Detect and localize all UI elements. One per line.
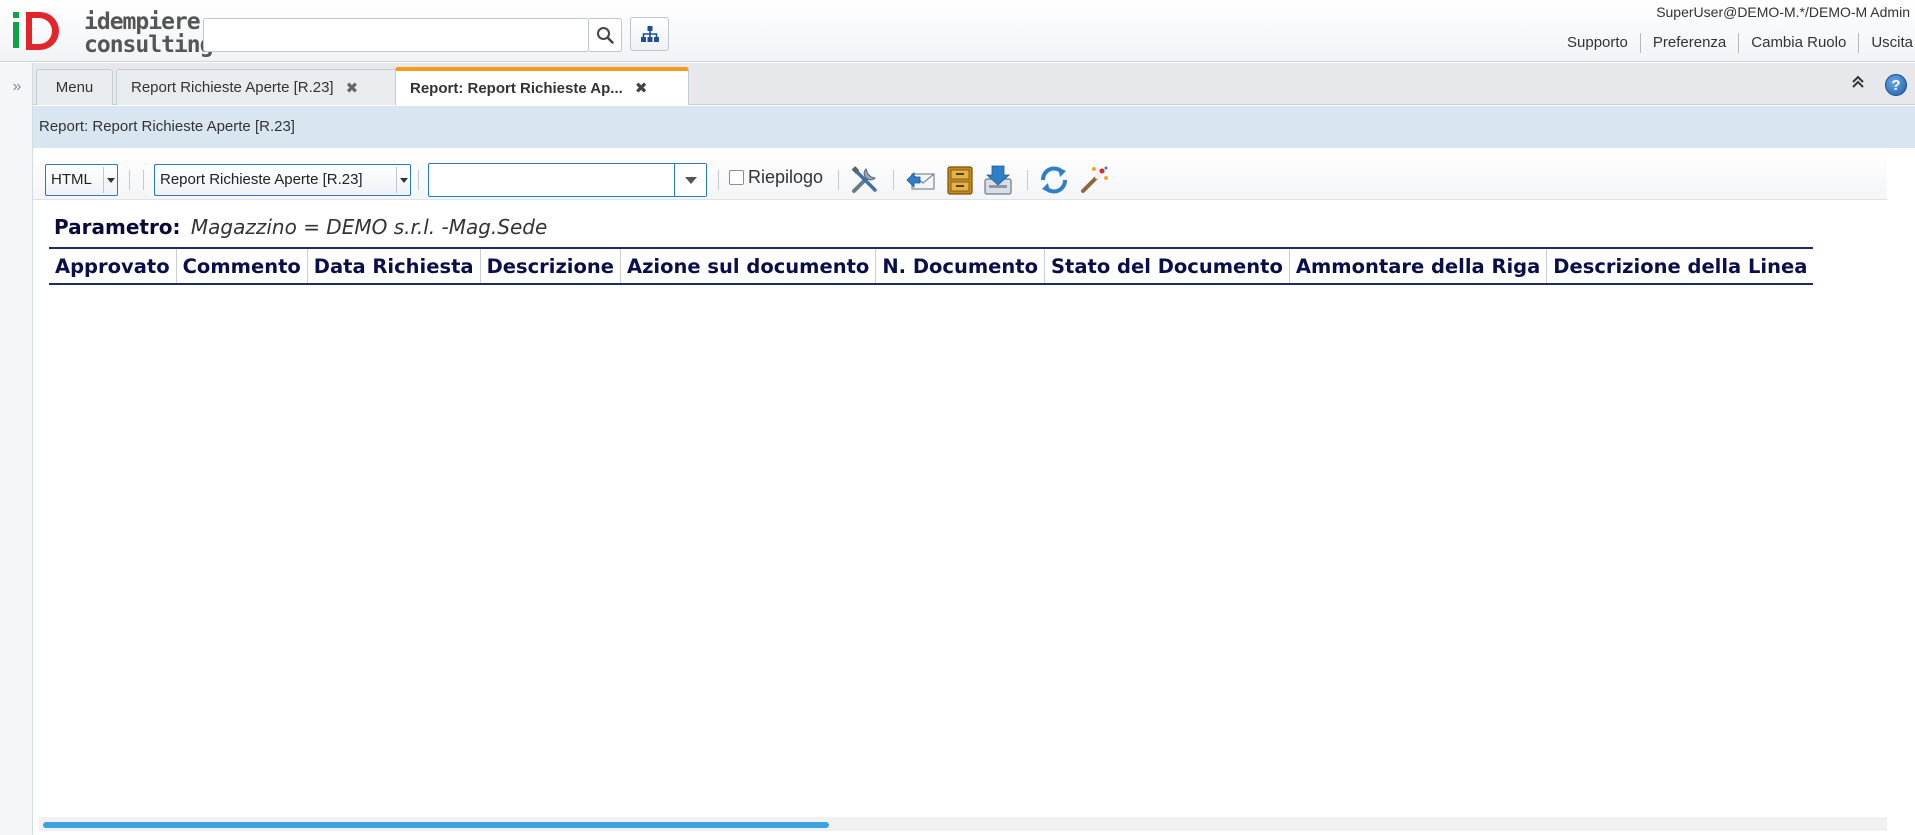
toolbar-separator [718,170,719,190]
report-title: Report: Report Richieste Aperte [R.23] [39,118,295,135]
report-view-select-value: Report Richieste Aperte [R.23] [160,171,363,188]
tab-label: Report: Report Richieste Ap... [410,79,623,97]
header-links: Supporto Preferenza Cambia Ruolo Uscita [1555,33,1915,53]
column-header: Azione sul documento [620,248,877,284]
column-header: Commento [176,248,308,284]
format-select[interactable]: HTML [45,164,118,196]
horizontal-scrollbar[interactable] [39,817,1887,831]
wizard-icon[interactable] [1077,163,1111,197]
scrollbar-thumb[interactable] [43,822,829,828]
toolbar-separator [1027,170,1028,190]
report-view-select[interactable]: Report Richieste Aperte [R.23] [154,164,411,196]
export-icon[interactable] [981,163,1015,197]
column-header: Stato del Documento [1044,248,1290,284]
refresh-icon[interactable] [1037,163,1071,197]
chevron-down-icon [103,167,117,193]
chevron-down-icon[interactable] [674,164,706,196]
support-link[interactable]: Supporto [1555,33,1640,53]
double-chevron-up-icon [1852,75,1864,88]
archive-icon[interactable] [943,163,977,197]
summary-checkbox[interactable] [729,170,744,185]
parameter-label: Parametro: [54,215,181,239]
collapse-header-icon[interactable] [1849,75,1867,93]
summary-label[interactable]: Riepilogo [748,167,823,188]
logo-text-line-2: consulting [84,32,213,58]
global-search-box [203,18,590,52]
menu-tree-button[interactable] [630,17,669,51]
user-role-label[interactable]: SuperUser@DEMO-M.*/DEMO-M Admin [1656,4,1910,20]
column-header: Approvato [49,248,177,284]
column-header: Descrizione [480,248,621,284]
tab-label: Report Richieste Aperte [R.23] [131,79,334,96]
tab-report-viewer[interactable]: Report: Report Richieste Ap... ✖ [395,67,689,105]
toolbar-separator [418,170,419,190]
global-search-input[interactable] [204,19,590,51]
logo-mark [13,12,59,50]
column-header: Ammontare della Riga [1289,248,1548,284]
column-header: Data Richiesta [307,248,481,284]
close-icon[interactable]: ✖ [635,79,648,97]
preferences-link[interactable]: Preferenza [1639,33,1738,53]
column-header: Descrizione della Linea [1553,254,1808,278]
report-header-row: Approvato Commento Data Richiesta Descri… [49,248,1813,284]
chevron-down-icon [396,167,410,193]
parameter-value: Magazzino = DEMO s.r.l. -Mag.Sede [190,215,548,239]
brand-logo[interactable]: idempiere consulting [10,8,213,58]
report-title-bar: Report: Report Richieste Aperte [R.23] [33,106,1915,148]
tab-report-window[interactable]: Report Richieste Aperte [R.23] ✖ [116,69,397,105]
logout-link[interactable]: Uscita [1858,33,1915,53]
logo-text-line-1: idempiere [84,9,201,35]
window-tabbar: Menu Report Richieste Aperte [R.23] ✖ Re… [33,63,1915,105]
report-toolbar: HTML Report Richieste Aperte [R.23] Riep… [33,148,1887,200]
app-header: idempiere consulting SuperUser@DEMO-M.*/… [0,0,1915,62]
send-mail-icon[interactable] [904,163,938,197]
report-content: Parametro: Magazzino = DEMO s.r.l. -Mag.… [33,201,1887,813]
change-role-link[interactable]: Cambia Ruolo [1738,33,1858,53]
search-icon [597,27,614,44]
toolbar-separator [838,170,839,190]
search-button[interactable] [589,18,622,52]
print-format-combobox[interactable] [428,163,707,197]
toolbar-separator [129,170,130,190]
toolbar-separator [143,170,144,190]
close-icon[interactable]: ✖ [346,79,359,97]
tab-menu[interactable]: Menu [36,69,113,105]
help-icon[interactable]: ? [1885,74,1907,96]
toolbar-separator [893,170,894,190]
tab-menu-label: Menu [55,79,94,96]
report-table: Approvato Commento Data Richiesta Descri… [49,247,1814,285]
west-panel-collapsed: » [0,63,33,835]
sitemap-icon [640,26,659,42]
customize-icon[interactable] [848,163,882,197]
double-chevron-right-icon[interactable]: » [9,79,25,95]
report-parameter-line: Parametro: Magazzino = DEMO s.r.l. -Mag.… [54,215,547,239]
format-select-value: HTML [51,171,92,188]
summary-checkbox-wrap[interactable]: Riepilogo [729,167,823,188]
column-header: N. Documento [875,248,1045,284]
